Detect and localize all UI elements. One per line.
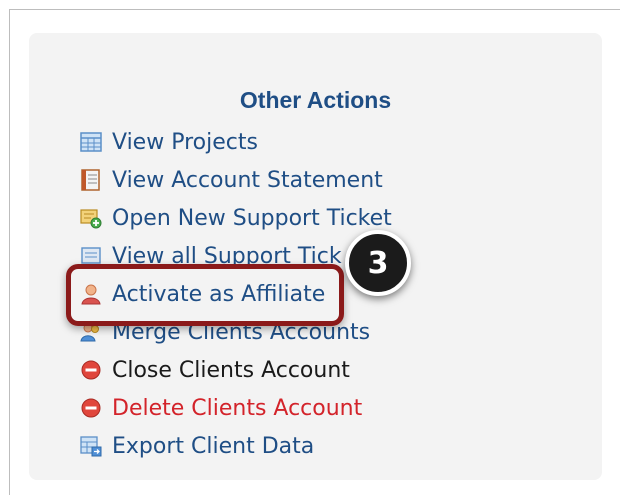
- users-merge-icon: [80, 321, 102, 343]
- ledger-icon: [80, 169, 102, 191]
- delete-clients-account-link[interactable]: Delete Clients Account: [80, 393, 362, 423]
- action-label: Export Client Data: [112, 433, 315, 459]
- callout-step-badge: 3: [345, 230, 411, 296]
- minus-circle-icon: [80, 359, 102, 381]
- ticket-add-icon: [80, 207, 102, 229]
- minus-circle-icon: [80, 397, 102, 419]
- activate-as-affiliate-link[interactable]: Activate as Affiliate: [80, 279, 325, 309]
- table-icon: [80, 131, 102, 153]
- panel-title: Other Actions: [239, 87, 392, 113]
- action-label: View Account Statement: [112, 167, 383, 193]
- open-new-support-ticket-link[interactable]: Open New Support Ticket: [80, 203, 392, 233]
- action-label: Activate as Affiliate: [112, 281, 326, 307]
- merge-clients-accounts-link[interactable]: Merge Clients Accounts: [80, 317, 370, 347]
- action-label: Close Clients Account: [112, 357, 350, 383]
- action-label: Merge Clients Accounts: [112, 319, 371, 345]
- export-icon: [80, 435, 102, 457]
- user-icon: [80, 283, 102, 305]
- ticket-list-icon: [80, 245, 102, 267]
- close-clients-account-link[interactable]: Close Clients Account: [80, 355, 350, 385]
- action-label: View Projects: [112, 129, 258, 155]
- action-label: Open New Support Ticket: [112, 205, 392, 231]
- view-account-statement-link[interactable]: View Account Statement: [80, 165, 383, 195]
- view-projects-link[interactable]: View Projects: [80, 127, 258, 157]
- export-client-data-link[interactable]: Export Client Data: [80, 431, 314, 461]
- action-label: Delete Clients Account: [112, 395, 363, 421]
- view-all-support-tickets-link[interactable]: View all Support Tick: [80, 241, 342, 271]
- action-label: View all Support Tick: [112, 243, 342, 269]
